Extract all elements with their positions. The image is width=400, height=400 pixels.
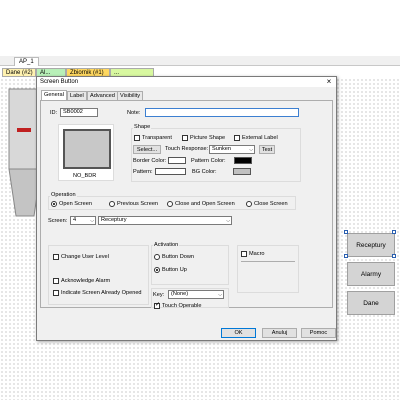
transparent-checkbox[interactable] xyxy=(134,135,140,141)
bg-color-swatch[interactable] xyxy=(233,168,251,175)
operation-group-label: Operation xyxy=(50,192,77,198)
general-tab-panel: ID: SB0002 Note: NO_BDR Shape Transparen… xyxy=(40,100,333,309)
preview-frame: NO_BDR xyxy=(58,124,114,181)
document-tab-strip xyxy=(0,56,400,66)
close-screen-radio[interactable] xyxy=(246,201,252,207)
previous-screen-radio[interactable] xyxy=(109,201,115,207)
button-up-label: Button Up xyxy=(162,267,187,273)
bg-color-label: BG Color: xyxy=(192,169,217,175)
external-label-checkbox[interactable] xyxy=(234,135,240,141)
activation-group xyxy=(151,245,229,285)
receptury-screen-button[interactable]: Receptury xyxy=(347,233,395,257)
close-screen-label: Close Screen xyxy=(254,201,288,207)
screen-button-dialog: Screen Button × General Label Advanced V… xyxy=(36,76,337,341)
change-user-level-checkbox[interactable] xyxy=(53,254,59,260)
touch-operable-checkbox[interactable] xyxy=(154,302,160,309)
acknowledge-alarm-label: Acknowledge Alarm xyxy=(61,278,111,284)
picture-shape-checkbox[interactable] xyxy=(182,135,188,141)
touch-response-select[interactable]: Sunken ⌵ xyxy=(209,145,255,154)
help-button[interactable]: Pomoc xyxy=(301,328,336,338)
macro-label: Macro xyxy=(249,251,265,257)
shape-group-label: Shape xyxy=(133,124,152,130)
screen-number-select[interactable]: 4 ⌵ xyxy=(70,216,96,225)
close-and-open-screen-radio[interactable] xyxy=(167,201,173,207)
picture-shape-label: Picture Shape xyxy=(190,135,226,141)
note-field[interactable] xyxy=(145,108,299,117)
open-screen-radio[interactable] xyxy=(51,201,57,207)
screen-name-select[interactable]: Receptury ⌵ xyxy=(98,216,232,225)
cancel-button[interactable]: Anuluj xyxy=(262,328,297,338)
id-label: ID: xyxy=(50,110,58,116)
previous-screen-label: Previous Screen xyxy=(117,201,159,207)
alarmy-screen-button[interactable]: Alarmy xyxy=(347,262,395,286)
indicate-screen-open-label: Indicate Screen Already Opened xyxy=(61,290,142,296)
screen-tab-dane[interactable]: Dane (#2) xyxy=(2,68,36,77)
acknowledge-alarm-checkbox[interactable] xyxy=(53,278,59,284)
dialog-title: Screen Button xyxy=(40,79,79,85)
chevron-down-icon: ⌵ xyxy=(249,147,253,153)
key-value: (None) xyxy=(171,291,189,297)
id-field[interactable]: SB0002 xyxy=(60,108,98,117)
button-preview xyxy=(63,129,111,169)
key-select[interactable]: (None) ⌵ xyxy=(168,290,224,299)
pattern-label: Pattern: xyxy=(133,169,153,175)
open-screen-label: Open Screen xyxy=(59,201,92,207)
border-color-swatch[interactable] xyxy=(168,157,186,164)
touch-operable-label: Touch Operable xyxy=(162,303,202,309)
close-and-open-screen-label: Close and Open Screen xyxy=(175,201,235,207)
macro-checkbox[interactable] xyxy=(241,251,247,257)
screen-number-value: 4 xyxy=(73,217,77,223)
macro-divider xyxy=(241,261,295,262)
document-tab[interactable]: AP_1 xyxy=(14,57,39,66)
preview-caption: NO_BDR xyxy=(73,173,97,179)
pattern-color-swatch[interactable] xyxy=(234,157,252,164)
dane-screen-button[interactable]: Dane xyxy=(347,291,395,315)
chevron-down-icon: ⌵ xyxy=(90,218,94,224)
selection-handle[interactable] xyxy=(344,230,348,234)
pattern-color-label: Pattern Color: xyxy=(191,158,226,164)
activation-group-label: Activation xyxy=(153,242,180,248)
chevron-down-icon: ⌵ xyxy=(218,292,222,298)
selection-handle[interactable] xyxy=(392,254,396,258)
button-up-radio[interactable] xyxy=(154,267,160,273)
key-label: Key: xyxy=(153,292,165,298)
dialog-title-bar[interactable]: Screen Button xyxy=(37,77,336,87)
test-button[interactable]: Test xyxy=(259,145,275,154)
screen-name-value: Receptury xyxy=(101,217,127,223)
touch-response-label: Touch Response: xyxy=(165,146,209,152)
indicate-screen-open-checkbox[interactable] xyxy=(53,290,59,296)
tab-visibility[interactable]: Visibility xyxy=(117,91,144,100)
pattern-swatch[interactable] xyxy=(155,168,186,175)
chevron-down-icon: ⌵ xyxy=(226,218,230,224)
button-down-label: Button Down xyxy=(162,254,195,260)
tab-advanced[interactable]: Advanced xyxy=(87,91,118,100)
note-label: Note: xyxy=(127,110,141,116)
border-color-label: Border Color: xyxy=(133,158,167,164)
select-shape-button[interactable]: Select... xyxy=(133,145,161,154)
touch-response-value: Sunken xyxy=(212,146,231,152)
screen-label: Screen: xyxy=(48,218,68,224)
close-icon[interactable]: × xyxy=(325,77,333,87)
change-user-level-label: Change User Level xyxy=(61,254,109,260)
transparent-label: Transparent xyxy=(142,135,172,141)
tab-label[interactable]: Label xyxy=(67,91,87,100)
ok-button[interactable]: OK xyxy=(221,328,256,338)
selection-handle[interactable] xyxy=(344,254,348,258)
selection-handle[interactable] xyxy=(392,230,396,234)
external-label-label: External Label xyxy=(242,135,278,141)
button-down-radio[interactable] xyxy=(154,254,160,260)
